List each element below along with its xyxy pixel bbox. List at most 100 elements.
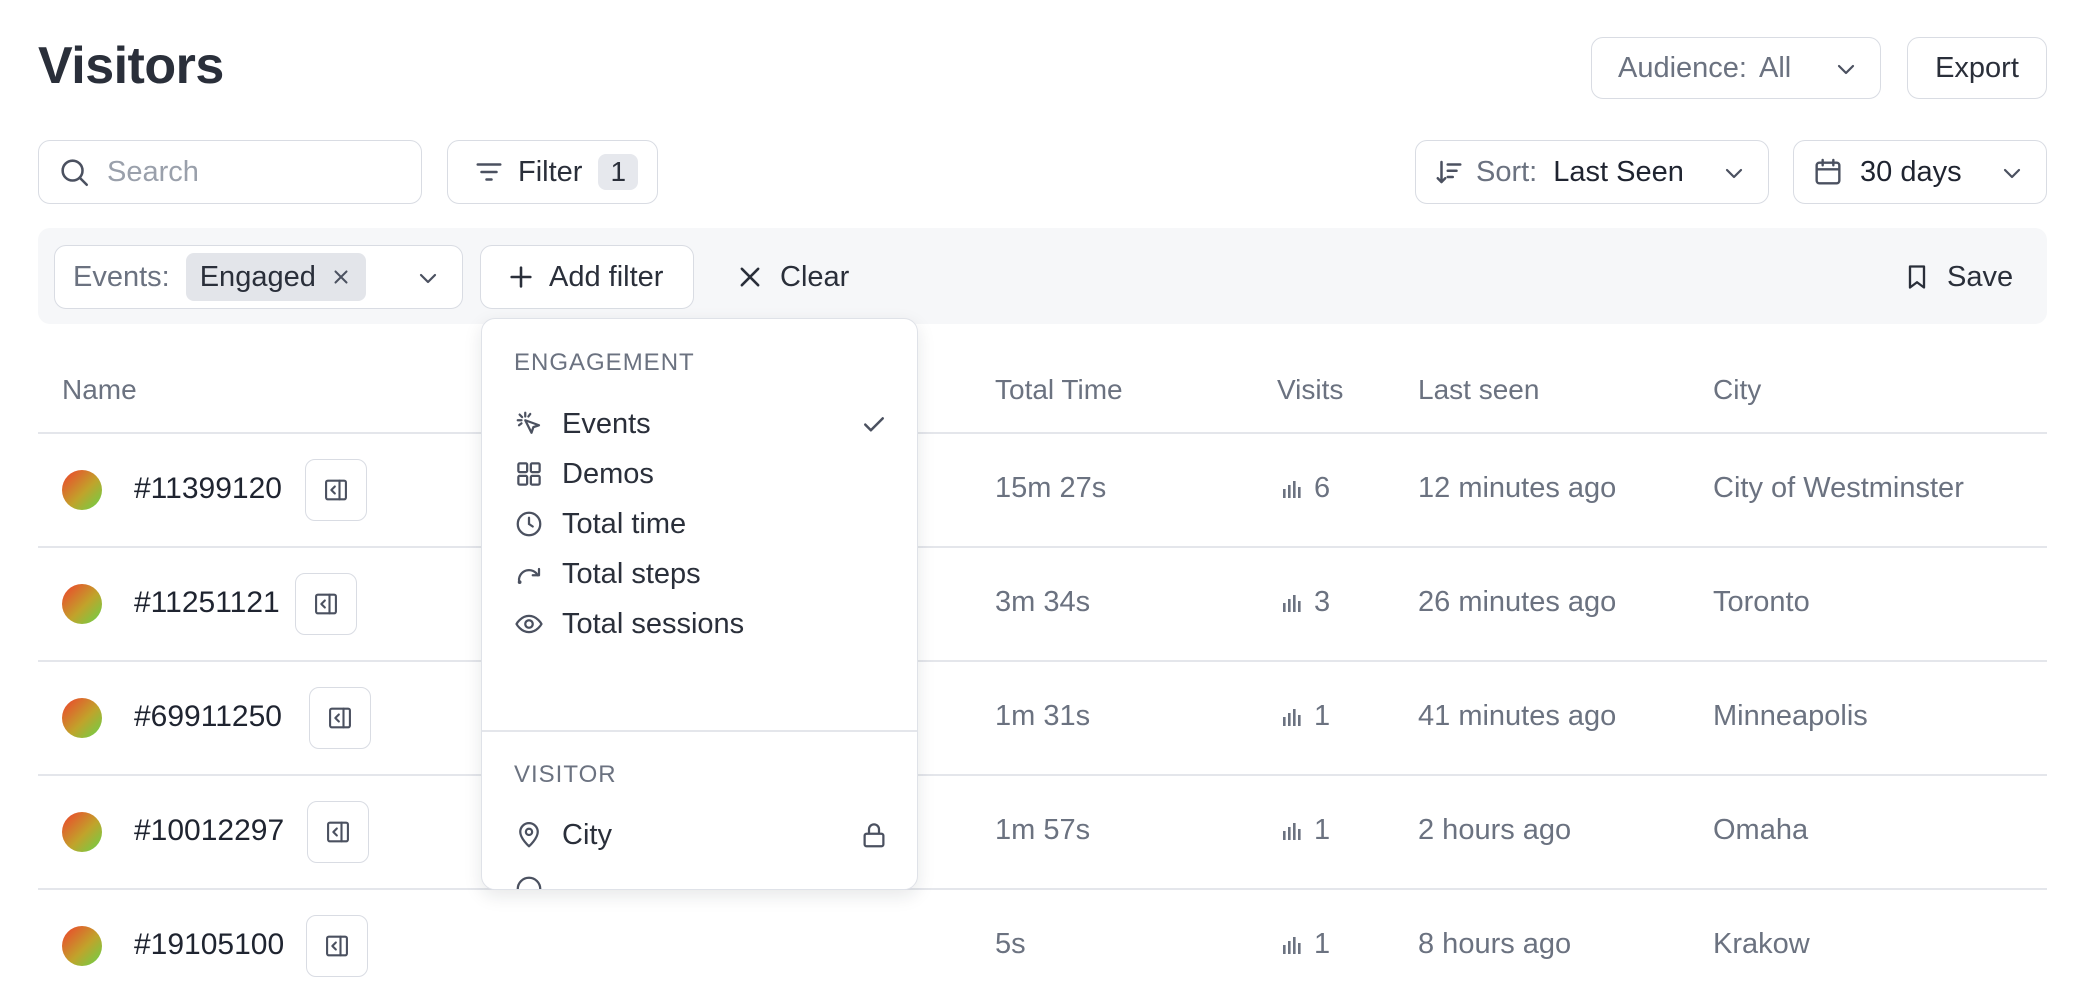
column-header-last-seen[interactable]: Last seen [1418, 374, 1539, 406]
date-range-value: 30 days [1860, 155, 1962, 188]
visits-value: 6 [1314, 472, 1331, 504]
menu-item-label: Demos [562, 457, 654, 490]
sidebar-panel-icon [312, 590, 340, 618]
bar-chart-icon [1282, 707, 1302, 727]
visits-count: 1 [1282, 700, 1330, 733]
visitor-name[interactable]: #69911250 [134, 700, 282, 734]
filter-count-badge: 1 [598, 154, 639, 190]
bar-chart-icon [1282, 593, 1302, 613]
column-header-total-time[interactable]: Total Time [995, 374, 1123, 406]
filter-label: Filter [518, 155, 583, 188]
menu-item-total-sessions[interactable]: Total sessions [514, 599, 889, 649]
engaged-chip-label: Engaged [199, 260, 316, 293]
avatar [62, 584, 102, 624]
save-filter-button[interactable]: Save [1903, 245, 2013, 309]
visitor-name[interactable]: #10012297 [134, 814, 284, 848]
events-filter-select[interactable]: Events: Engaged [54, 245, 463, 309]
map-pin-icon [514, 820, 544, 850]
table-row[interactable]: #11251121 3m 34s 3 26 minutes ago Toront… [0, 548, 2076, 660]
table-row[interactable]: #69911250 1m 31s 1 41 minutes ago Minnea… [0, 662, 2076, 774]
add-filter-button[interactable]: Add filter [480, 245, 694, 309]
total-time: 15m 27s [995, 472, 1107, 504]
visits-count: 1 [1282, 814, 1330, 847]
clear-label: Clear [780, 260, 850, 293]
menu-item-demos[interactable]: Demos [514, 449, 889, 499]
menu-item-label: Total time [562, 507, 687, 540]
export-label: Export [1935, 51, 2019, 84]
sort-value: Last Seen [1553, 155, 1684, 188]
divider [482, 730, 917, 732]
last-seen: 26 minutes ago [1418, 586, 1617, 618]
grid-icon [514, 459, 544, 489]
avatar [62, 470, 102, 510]
column-header-city[interactable]: City [1713, 374, 1761, 406]
sidebar-panel-icon [324, 818, 352, 846]
chevron-down-icon [1834, 57, 1858, 81]
menu-item-total-time[interactable]: Total time [514, 499, 889, 549]
menu-item-label: Events [562, 407, 651, 440]
bar-chart-icon [1282, 935, 1302, 955]
table-row[interactable]: #11399120 15m 27s 6 12 minutes ago City … [0, 434, 2076, 546]
add-filter-label: Add filter [549, 260, 664, 293]
filter-lines-icon [474, 157, 504, 187]
open-panel-button[interactable] [306, 915, 368, 977]
calendar-icon [1812, 156, 1844, 188]
open-panel-button[interactable] [307, 801, 369, 863]
engaged-filter-chip: Engaged [185, 253, 366, 301]
events-filter-label: Events: [73, 260, 170, 293]
visits-count: 3 [1282, 586, 1330, 619]
visits-value: 1 [1314, 814, 1331, 846]
bookmark-icon [1903, 262, 1931, 292]
chevron-down-icon [1722, 161, 1746, 185]
cursor-click-icon [514, 409, 544, 439]
menu-item-city[interactable]: City [514, 810, 889, 860]
close-icon[interactable] [330, 266, 352, 288]
column-header-visits[interactable]: Visits [1277, 374, 1343, 406]
check-icon [859, 409, 889, 439]
date-range-select[interactable]: 30 days [1793, 140, 2047, 204]
table-row[interactable]: #10012297 1m 57s 1 2 hours ago Omaha [0, 776, 2076, 888]
audience-select[interactable]: Audience: All [1591, 37, 1881, 99]
export-button[interactable]: Export [1907, 37, 2047, 99]
search-input[interactable]: Search [38, 140, 422, 204]
chevron-down-icon [2000, 161, 2024, 185]
visits-value: 1 [1314, 700, 1331, 732]
bar-chart-icon [1282, 479, 1302, 499]
clear-filters-button[interactable]: Clear [736, 245, 849, 309]
city: Minneapolis [1713, 700, 1868, 732]
visitor-name[interactable]: #19105100 [134, 928, 284, 962]
visits-count: 6 [1282, 472, 1330, 505]
visits-value: 1 [1314, 928, 1331, 960]
visits-value: 3 [1314, 586, 1331, 618]
sort-icon [1434, 157, 1464, 187]
clock-icon [514, 509, 544, 539]
partial-item-icon [514, 874, 544, 889]
city: Toronto [1713, 586, 1810, 618]
sort-label: Sort: [1476, 155, 1538, 188]
city: City of Westminster [1713, 472, 1964, 504]
sidebar-panel-icon [323, 932, 351, 960]
plus-icon [507, 263, 535, 291]
section-heading-engagement: ENGAGEMENT [514, 349, 695, 376]
menu-item-label: City [562, 818, 612, 851]
column-header-name[interactable]: Name [62, 374, 137, 406]
chevron-down-icon [416, 266, 440, 290]
close-icon [736, 263, 764, 291]
avatar [62, 926, 102, 966]
menu-item-total-steps[interactable]: Total steps [514, 549, 889, 599]
visitor-name[interactable]: #11251121 [134, 586, 280, 620]
visitor-name[interactable]: #11399120 [134, 472, 282, 506]
total-time: 1m 31s [995, 700, 1091, 732]
menu-item-label: Total sessions [562, 607, 745, 640]
filter-button[interactable]: Filter 1 [447, 140, 658, 204]
open-panel-button[interactable] [295, 573, 357, 635]
open-panel-button[interactable] [305, 459, 367, 521]
table-row[interactable]: #19105100 5s 1 8 hours ago Krakow [0, 890, 2076, 996]
menu-item-label: Total steps [562, 557, 701, 590]
bar-chart-icon [1282, 821, 1302, 841]
page-title: Visitors [38, 37, 224, 95]
sort-select[interactable]: Sort: Last Seen [1415, 140, 1769, 204]
menu-item-events[interactable]: Events [514, 399, 889, 449]
open-panel-button[interactable] [309, 687, 371, 749]
menu-item-partial[interactable] [514, 864, 889, 889]
